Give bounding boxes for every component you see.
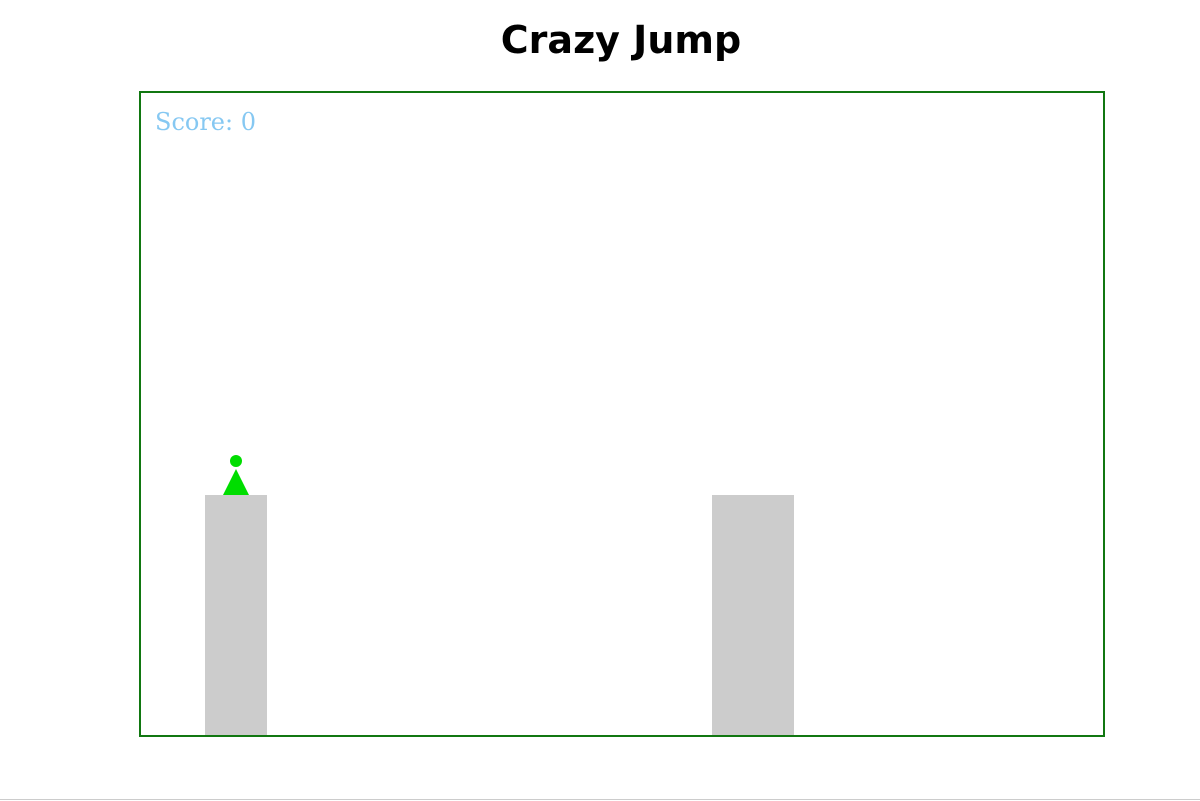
player-head (230, 455, 242, 467)
game-canvas[interactable]: Score: 0 (139, 91, 1105, 737)
page-divider (0, 799, 1200, 800)
score-value: 0 (240, 108, 257, 136)
target-platform (712, 495, 794, 735)
score-label: Score: (155, 108, 234, 136)
score-display: Score: 0 (155, 107, 256, 137)
page-title: Crazy Jump (500, 18, 742, 62)
start-platform (205, 495, 267, 735)
player-character (223, 455, 249, 495)
player-body (223, 469, 249, 495)
